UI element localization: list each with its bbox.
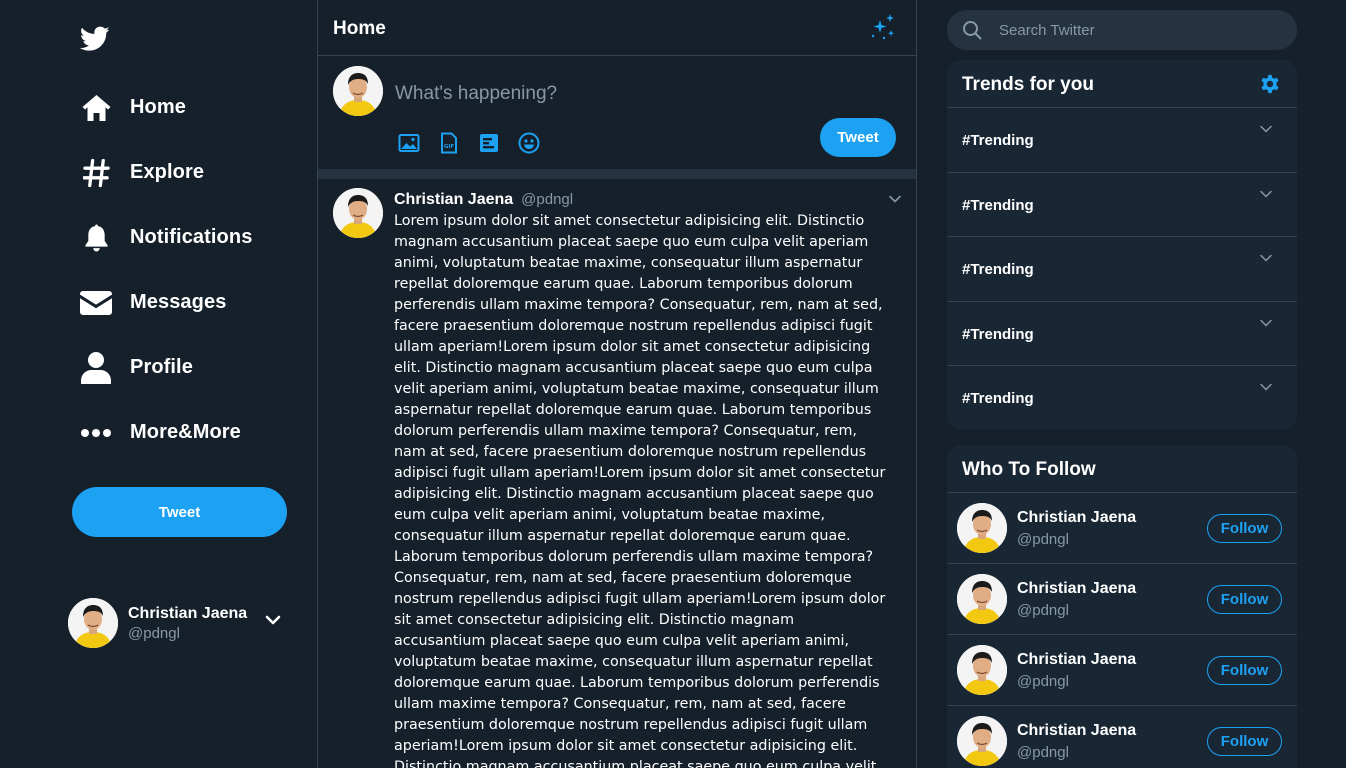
main-timeline: Home GIF <box>317 0 917 768</box>
trend-item[interactable]: #Trending <box>947 108 1297 173</box>
poll-icon[interactable] <box>478 132 500 154</box>
nav-item-notifications[interactable]: Notifications <box>80 205 252 270</box>
nav-label-messages: Messages <box>130 291 227 313</box>
left-sidebar: Home Explore Notifications Messages Prof… <box>0 0 318 768</box>
follow-suggestion[interactable]: Christian Jaena @pdngl Follow <box>947 564 1297 635</box>
search-input[interactable] <box>999 21 1279 39</box>
follow-suggestion[interactable]: Christian Jaena @pdngl Follow <box>947 493 1297 564</box>
account-names: Christian Jaena @pdngl <box>128 605 247 642</box>
account-handle: @pdngl <box>128 624 180 642</box>
follow-button[interactable]: Follow <box>1207 727 1282 756</box>
trend-label: #Trending <box>962 132 1034 149</box>
avatar <box>333 188 383 238</box>
nav-label-explore: Explore <box>130 161 205 183</box>
avatar <box>957 645 1007 695</box>
trend-item[interactable]: #Trending <box>947 173 1297 237</box>
compose-tweet-button[interactable]: Tweet <box>820 118 896 157</box>
trend-item[interactable]: #Trending <box>947 366 1297 430</box>
suggestion-handle: @pdngl <box>1017 744 1069 761</box>
trends-panel: Trends for you #Trending #Trending #Tren… <box>947 60 1297 430</box>
tweet-author-name[interactable]: Christian Jaena <box>394 191 513 208</box>
emoji-icon[interactable] <box>518 132 540 154</box>
home-icon <box>80 92 112 124</box>
svg-text:GIF: GIF <box>444 144 455 150</box>
follow-button[interactable]: Follow <box>1207 514 1282 543</box>
avatar <box>957 574 1007 624</box>
tweet-header: Christian Jaena @pdngl <box>394 191 573 209</box>
sparkle-icon[interactable] <box>868 12 898 42</box>
nav-item-profile[interactable]: Profile <box>80 335 252 400</box>
nav-item-more[interactable]: More&More <box>80 400 252 465</box>
chevron-down-icon[interactable] <box>887 191 903 207</box>
envelope-icon <box>80 287 112 319</box>
suggestion-name: Christian Jaena <box>1017 651 1137 668</box>
who-to-follow-panel: Who To Follow Christian Jaena @pdngl Fol… <box>947 445 1297 768</box>
who-to-follow-title: Who To Follow <box>962 459 1096 480</box>
gif-icon[interactable]: GIF <box>438 132 460 154</box>
chevron-down-icon[interactable] <box>1259 316 1273 330</box>
trend-label: #Trending <box>962 325 1034 343</box>
nav-item-explore[interactable]: Explore <box>80 140 252 205</box>
suggestion-handle: @pdngl <box>1017 602 1069 619</box>
chevron-down-icon[interactable] <box>264 611 282 629</box>
avatar <box>957 716 1007 766</box>
twitter-bird-icon[interactable] <box>79 26 112 54</box>
compose-input[interactable] <box>395 80 895 108</box>
bell-icon <box>80 222 112 254</box>
nav-label-profile: Profile <box>130 356 193 378</box>
suggestion-name: Christian Jaena <box>1017 509 1137 526</box>
trend-item[interactable]: #Trending <box>947 237 1297 302</box>
chevron-down-icon[interactable] <box>1259 251 1273 265</box>
hashtag-icon <box>80 157 112 189</box>
user-icon <box>80 351 112 384</box>
chevron-down-icon[interactable] <box>1259 187 1273 201</box>
gear-icon[interactable] <box>1259 73 1281 95</box>
page-title: Home <box>333 18 386 39</box>
timeline-header: Home <box>318 0 916 56</box>
nav-item-home[interactable]: Home <box>80 75 252 140</box>
avatar <box>68 598 118 648</box>
follow-suggestion[interactable]: Christian Jaena @pdngl Follow <box>947 635 1297 706</box>
avatar <box>957 503 1007 553</box>
suggestion-handle: @pdngl <box>1017 673 1069 690</box>
nav-label-notifications: Notifications <box>130 226 253 248</box>
trend-label: #Trending <box>962 261 1034 278</box>
section-divider <box>318 169 916 179</box>
trend-label: #Trending <box>962 390 1034 407</box>
trends-title: Trends for you <box>962 74 1094 95</box>
tweet-composer: GIF Tweet <box>318 56 916 169</box>
follow-button[interactable]: Follow <box>1207 656 1282 685</box>
search-bar[interactable] <box>947 10 1297 50</box>
suggestion-handle: @pdngl <box>1017 531 1069 548</box>
nav-label-more: More&More <box>130 421 241 443</box>
image-icon[interactable] <box>398 132 420 154</box>
account-switcher[interactable]: Christian Jaena @pdngl <box>68 597 288 649</box>
suggestion-name: Christian Jaena <box>1017 580 1137 597</box>
trend-label: #Trending <box>962 196 1034 214</box>
chevron-down-icon[interactable] <box>1259 380 1273 394</box>
avatar <box>333 66 383 116</box>
chevron-down-icon[interactable] <box>1259 122 1273 136</box>
tweet-body: Lorem ipsum dolor sit amet consectetur a… <box>394 213 886 768</box>
tweet-author-handle: @pdngl <box>521 191 574 208</box>
trends-header: Trends for you <box>947 60 1297 108</box>
follow-suggestion[interactable]: Christian Jaena @pdngl Follow <box>947 706 1297 768</box>
trend-item[interactable]: #Trending <box>947 302 1297 366</box>
search-icon <box>962 20 982 40</box>
who-to-follow-header: Who To Follow <box>947 445 1297 493</box>
nav-label-home: Home <box>130 96 186 118</box>
suggestion-name: Christian Jaena <box>1017 722 1137 739</box>
sidebar-tweet-button[interactable]: Tweet <box>72 487 287 537</box>
nav-item-messages[interactable]: Messages <box>80 270 252 335</box>
follow-button[interactable]: Follow <box>1207 585 1282 614</box>
account-name: Christian Jaena <box>128 604 248 622</box>
more-dots-icon <box>80 417 112 449</box>
main-nav: Home Explore Notifications Messages Prof… <box>80 75 252 465</box>
